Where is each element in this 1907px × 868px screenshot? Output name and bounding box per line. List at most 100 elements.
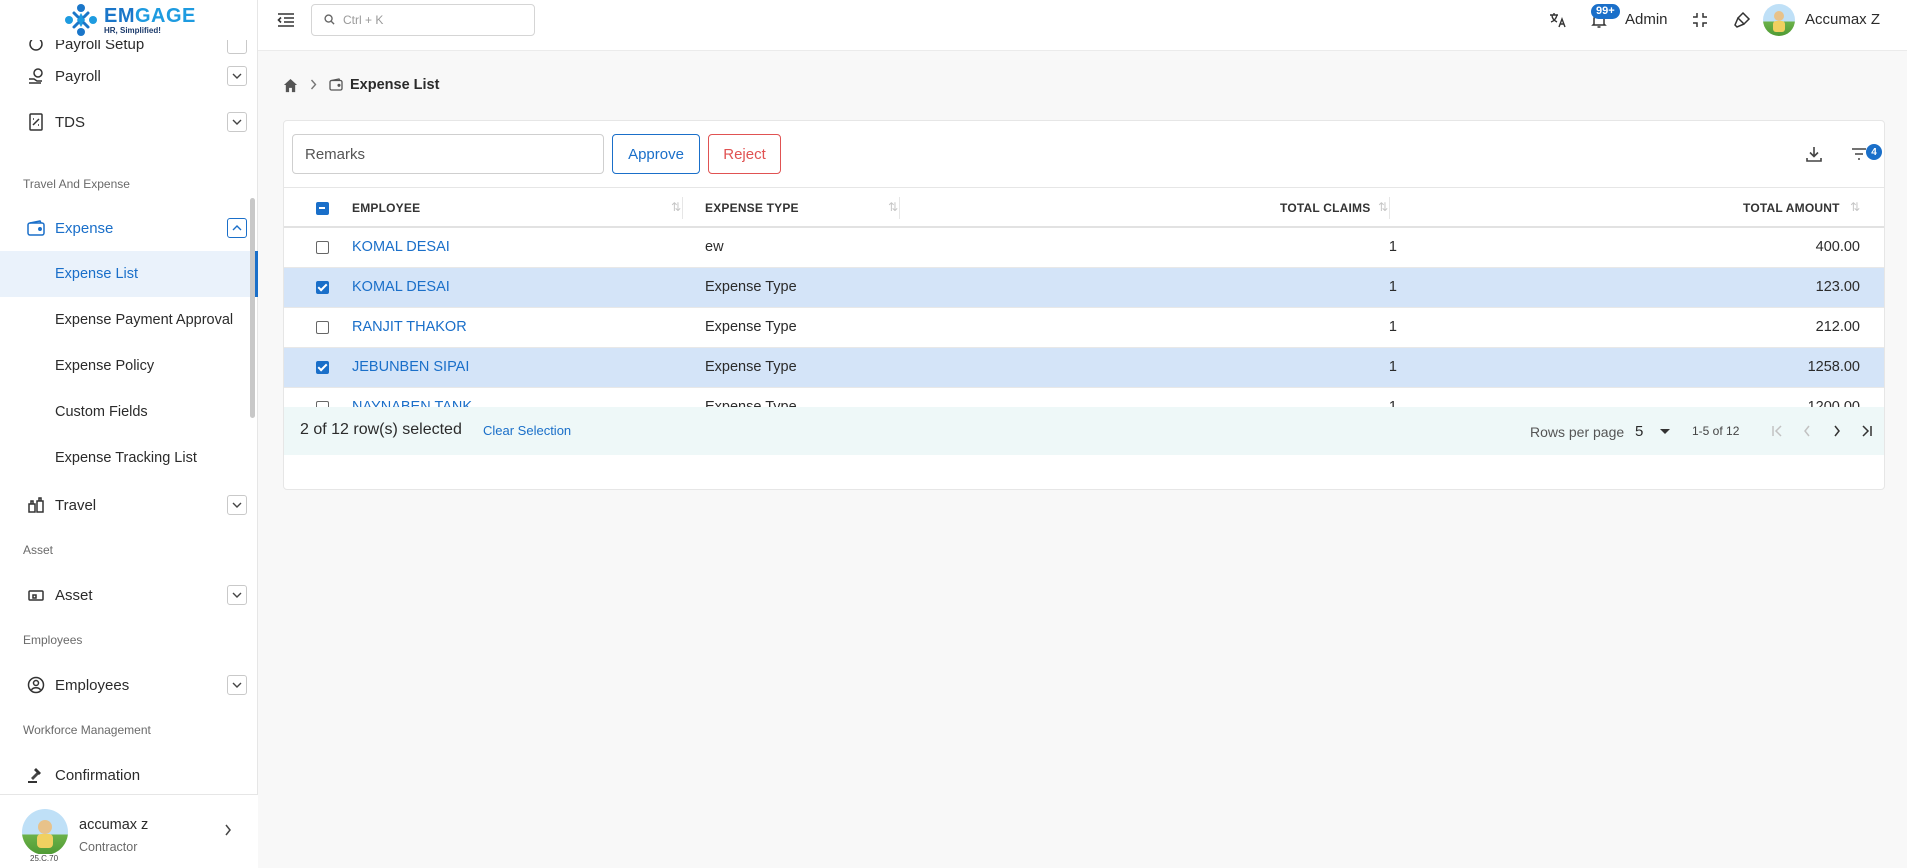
total-claims-cell: 1 <box>1388 359 1397 375</box>
table-header: EMPLOYEE ⇅ EXPENSE TYPE ⇅ TOTAL CLAIMS ⇅… <box>284 187 1884 228</box>
rows-per-page-select[interactable]: 5 <box>1635 423 1643 440</box>
expense-table: EMPLOYEE ⇅ EXPENSE TYPE ⇅ TOTAL CLAIMS ⇅… <box>284 187 1884 428</box>
sidebar-item-label: Payroll <box>55 67 101 85</box>
sidebar-item-payroll[interactable]: Payroll <box>0 54 256 98</box>
header-user-name[interactable]: Accumax Z <box>1805 11 1880 28</box>
sidebar-subitem-expense-policy[interactable]: Expense Policy <box>0 343 256 389</box>
app-logo[interactable]: EMGAGE HR, Simplified! <box>62 0 202 40</box>
employee-name-link[interactable]: JEBUNBEN SIPAI <box>352 359 469 375</box>
expense-type-cell: Expense Type <box>705 319 797 335</box>
caret-down-icon[interactable] <box>1660 429 1670 434</box>
sort-icon[interactable]: ⇅ <box>888 200 898 214</box>
rows-per-page-label: Rows per page <box>1530 424 1625 440</box>
menu-collapse-icon[interactable] <box>276 11 296 29</box>
sort-icon[interactable]: ⇅ <box>671 200 681 214</box>
chevron-down-icon[interactable] <box>227 585 247 605</box>
column-divider[interactable] <box>899 197 900 219</box>
search-placeholder: Ctrl + K <box>343 13 384 27</box>
user-circle-icon <box>26 675 46 695</box>
row-checkbox[interactable] <box>316 241 329 254</box>
chevron-right-icon[interactable] <box>224 823 232 840</box>
sidebar-item-label: Payroll Setup <box>55 40 145 53</box>
chevron-up-icon[interactable] <box>227 218 247 238</box>
active-indicator <box>255 251 258 297</box>
expense-type-cell: ew <box>705 239 724 255</box>
reject-button[interactable]: Reject <box>708 134 781 174</box>
user-profile-footer[interactable]: 25.C.70 accumax z Contractor <box>0 794 258 868</box>
sidebar-subitem-expense-list[interactable]: Expense List <box>0 251 258 297</box>
sidebar-item-expense[interactable]: Expense <box>0 206 256 250</box>
expense-list-card: Approve Reject 4 EMPLOYEE ⇅ EXPENSE TYPE… <box>283 120 1885 490</box>
home-icon[interactable] <box>283 78 298 93</box>
remarks-input[interactable] <box>292 134 604 174</box>
sidebar-subitem-label: Custom Fields <box>55 404 148 420</box>
chevron-down-icon[interactable] <box>227 66 247 86</box>
sidebar-menu: Payroll Setup Payroll TDS Travel And Exp… <box>0 40 258 794</box>
select-all-checkbox[interactable] <box>316 202 329 215</box>
column-divider[interactable] <box>1389 197 1390 219</box>
sidebar-item-confirmation[interactable]: Confirmation <box>0 753 256 794</box>
sort-icon[interactable]: ⇅ <box>1378 200 1388 214</box>
total-amount-cell: 212.00 <box>1815 319 1860 335</box>
chevron-down-icon[interactable] <box>227 40 247 54</box>
row-checkbox[interactable] <box>316 321 329 334</box>
sidebar-item-asset[interactable]: Asset <box>0 573 256 617</box>
employee-name-link[interactable]: RANJIT THAKOR <box>352 319 467 335</box>
total-amount-cell: 123.00 <box>1815 279 1860 295</box>
total-amount-cell: 400.00 <box>1815 239 1860 255</box>
column-header-expense-type[interactable]: EXPENSE TYPE <box>705 201 799 215</box>
table-row[interactable]: RANJIT THAKOR Expense Type 1 212.00 <box>284 308 1884 348</box>
row-checkbox[interactable] <box>316 281 329 294</box>
role-switch-label[interactable]: Admin <box>1625 11 1668 28</box>
table-row[interactable]: JEBUNBEN SIPAI Expense Type 1 1258.00 <box>284 348 1884 388</box>
translate-icon[interactable] <box>1548 10 1568 30</box>
sidebar-subitem-label: Expense Payment Approval <box>55 312 234 328</box>
fullscreen-icon[interactable] <box>1690 10 1710 30</box>
clear-selection-button[interactable]: Clear Selection <box>483 423 571 438</box>
expense-type-cell: Expense Type <box>705 359 797 375</box>
wallet-icon <box>26 218 46 238</box>
sidebar-scrollbar[interactable] <box>250 198 255 418</box>
chevron-down-icon[interactable] <box>227 675 247 695</box>
last-page-icon[interactable] <box>1856 420 1878 442</box>
sort-icon[interactable]: ⇅ <box>1850 200 1860 214</box>
previous-page-icon[interactable] <box>1796 420 1818 442</box>
sidebar-item-tds[interactable]: TDS <box>0 100 256 144</box>
row-checkbox[interactable] <box>316 361 329 374</box>
sidebar-subitem-label: Expense Tracking List <box>55 450 197 466</box>
column-divider[interactable] <box>682 197 683 219</box>
wallet-icon <box>329 78 343 92</box>
employee-name-link[interactable]: KOMAL DESAI <box>352 279 450 295</box>
brush-icon[interactable] <box>1732 10 1752 30</box>
first-page-icon[interactable] <box>1766 420 1788 442</box>
column-header-employee[interactable]: EMPLOYEE <box>352 201 420 215</box>
logo-text-em: EM <box>104 4 135 27</box>
chevron-down-icon[interactable] <box>227 495 247 515</box>
sidebar-subitem-label: Expense List <box>55 266 139 282</box>
next-page-icon[interactable] <box>1826 420 1848 442</box>
column-header-total-amount[interactable]: TOTAL AMOUNT <box>1743 201 1840 215</box>
sidebar-item-label: Confirmation <box>55 766 141 784</box>
avatar[interactable] <box>1763 4 1795 36</box>
sidebar-subitem-label: Expense Policy <box>55 358 155 374</box>
sidebar-item-label: Expense <box>55 219 114 237</box>
table-row[interactable]: KOMAL DESAI Expense Type 1 123.00 <box>284 268 1884 308</box>
sidebar-subitem-custom-fields[interactable]: Custom Fields <box>0 389 256 435</box>
sidebar-item-employees[interactable]: Employees <box>0 663 256 707</box>
sidebar-item-travel[interactable]: Travel <box>0 483 256 527</box>
approve-button[interactable]: Approve <box>612 134 700 174</box>
breadcrumb: Expense List <box>283 75 439 95</box>
search-input[interactable]: Ctrl + K <box>311 4 535 36</box>
table-row[interactable]: KOMAL DESAI ew 1 400.00 <box>284 228 1884 268</box>
column-header-total-claims[interactable]: TOTAL CLAIMS <box>1280 201 1370 215</box>
employee-name-link[interactable]: KOMAL DESAI <box>352 239 450 255</box>
sidebar-subitem-expense-tracking-list[interactable]: Expense Tracking List <box>0 435 256 481</box>
sidebar-subitem-expense-payment-approval[interactable]: Expense Payment Approval <box>0 297 256 343</box>
section-header-workforce: Workforce Management <box>23 723 151 737</box>
section-header-employees: Employees <box>23 633 83 647</box>
breadcrumb-current: Expense List <box>350 77 440 93</box>
section-header-asset: Asset <box>23 543 54 557</box>
download-icon[interactable] <box>1804 144 1824 164</box>
expense-type-cell: Expense Type <box>705 279 797 295</box>
chevron-down-icon[interactable] <box>227 112 247 132</box>
